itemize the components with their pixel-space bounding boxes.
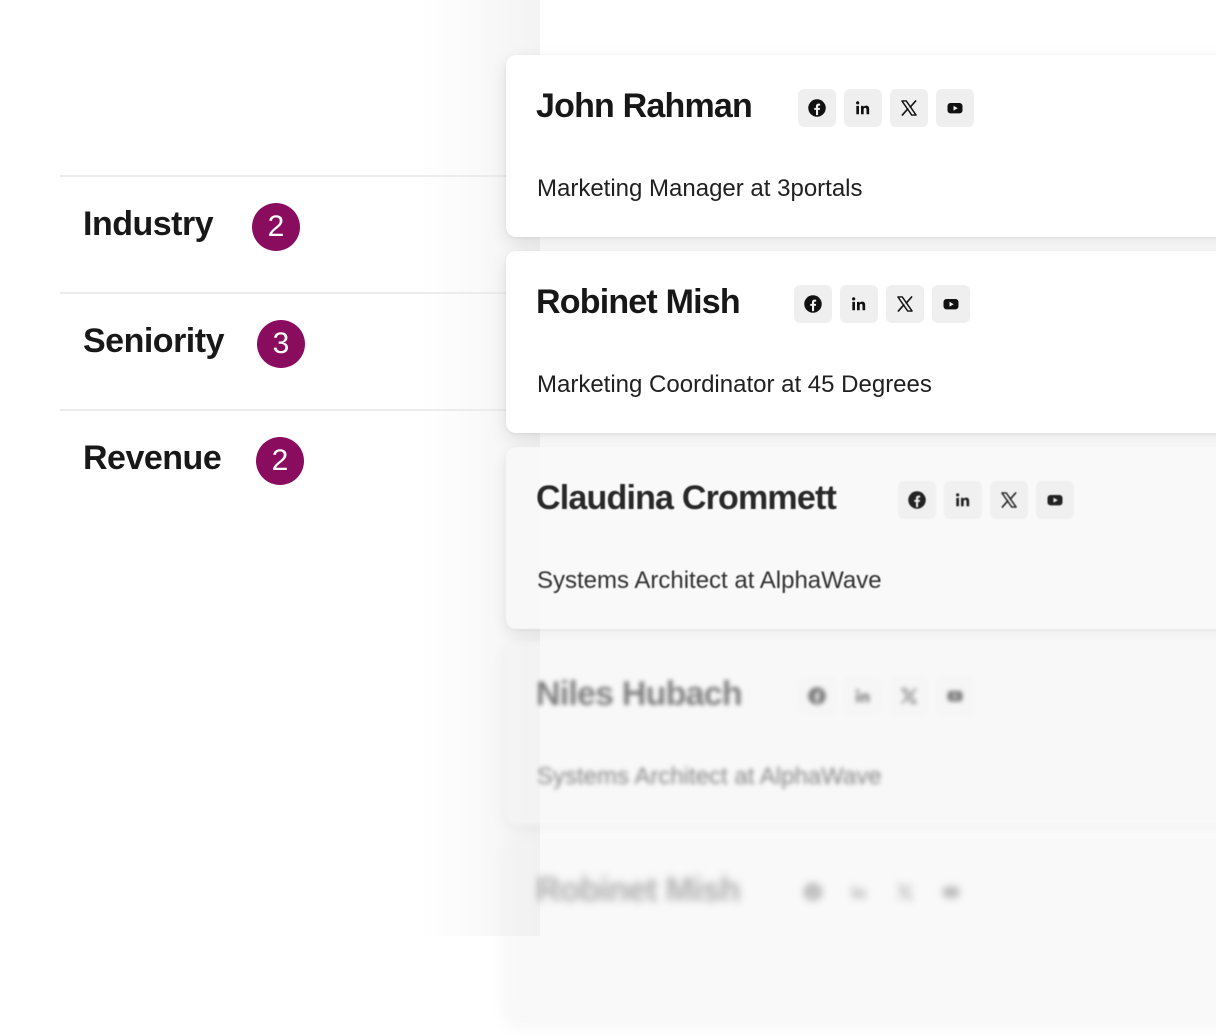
facebook-icon[interactable] xyxy=(794,285,832,323)
contact-card[interactable]: Niles Hubach Systems Architect at AlphaW… xyxy=(506,643,1216,825)
facebook-icon[interactable] xyxy=(898,481,936,519)
linkedin-icon[interactable] xyxy=(844,89,882,127)
contact-title: Marketing Manager at 3portals xyxy=(537,175,863,202)
youtube-icon[interactable] xyxy=(932,873,970,911)
contact-title: Systems Architect at AlphaWave xyxy=(537,763,882,790)
contact-title: Systems Architect at AlphaWave xyxy=(537,567,882,594)
filter-label: Revenue xyxy=(83,439,222,477)
contact-card[interactable]: Robinet Mish xyxy=(506,839,1216,1021)
filter-seniority[interactable]: Seniority 3 xyxy=(60,292,530,409)
contact-name: Robinet Mish xyxy=(536,871,741,909)
social-links xyxy=(798,89,974,127)
filter-label: Seniority xyxy=(83,322,224,360)
facebook-icon[interactable] xyxy=(798,89,836,127)
linkedin-icon[interactable] xyxy=(844,677,882,715)
social-links xyxy=(794,873,970,911)
x-icon[interactable] xyxy=(890,677,928,715)
contact-card[interactable]: Claudina Crommett Systems Architect at A… xyxy=(506,447,1216,629)
filter-list: Industry 2 Seniority 3 Revenue 2 xyxy=(60,175,530,526)
contact-list: John Rahman Marketing Manager at 3portal… xyxy=(506,55,1216,1035)
youtube-icon[interactable] xyxy=(936,89,974,127)
social-links xyxy=(794,285,970,323)
linkedin-icon[interactable] xyxy=(944,481,982,519)
filter-count-badge: 2 xyxy=(252,203,300,251)
filter-label: Industry xyxy=(83,205,214,243)
filter-count-badge: 3 xyxy=(257,320,305,368)
filter-revenue[interactable]: Revenue 2 xyxy=(60,409,530,526)
contact-name: Niles Hubach xyxy=(536,675,743,713)
contact-card[interactable]: Robinet Mish Marketing Coordinator at 45… xyxy=(506,251,1216,433)
contact-title: Marketing Coordinator at 45 Degrees xyxy=(537,371,932,398)
x-icon[interactable] xyxy=(890,89,928,127)
social-links xyxy=(898,481,1074,519)
contact-name: John Rahman xyxy=(536,87,753,125)
linkedin-icon[interactable] xyxy=(840,285,878,323)
x-icon[interactable] xyxy=(886,285,924,323)
contact-name: Claudina Crommett xyxy=(536,479,837,517)
facebook-icon[interactable] xyxy=(798,677,836,715)
facebook-icon[interactable] xyxy=(794,873,832,911)
contact-card[interactable]: John Rahman Marketing Manager at 3portal… xyxy=(506,55,1216,237)
youtube-icon[interactable] xyxy=(1036,481,1074,519)
x-icon[interactable] xyxy=(886,873,924,911)
x-icon[interactable] xyxy=(990,481,1028,519)
filter-industry[interactable]: Industry 2 xyxy=(60,175,530,292)
youtube-icon[interactable] xyxy=(936,677,974,715)
social-links xyxy=(798,677,974,715)
youtube-icon[interactable] xyxy=(932,285,970,323)
contact-name: Robinet Mish xyxy=(536,283,741,321)
linkedin-icon[interactable] xyxy=(840,873,878,911)
filter-count-badge: 2 xyxy=(256,437,304,485)
